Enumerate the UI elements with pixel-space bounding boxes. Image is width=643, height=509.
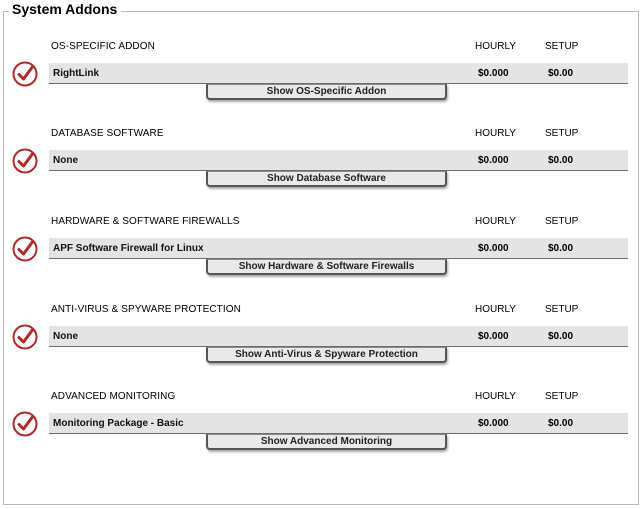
selected-addon-row: None $0.000 $0.00	[49, 150, 628, 171]
addon-section-database: DATABASE SOFTWARE HOURLY SETUP None $0.0…	[0, 128, 643, 208]
addon-section-firewalls: HARDWARE & SOFTWARE FIREWALLS HOURLY SET…	[0, 216, 643, 296]
hourly-column-header: HOURLY	[475, 41, 516, 52]
show-os-specific-addon-button[interactable]: Show OS-Specific Addon	[206, 84, 447, 100]
hourly-column-header: HOURLY	[475, 128, 516, 139]
panel-title: System Addons	[9, 1, 122, 18]
hourly-column-header: HOURLY	[475, 391, 516, 402]
show-advanced-monitoring-button[interactable]: Show Advanced Monitoring	[206, 434, 447, 450]
selected-addon-row: APF Software Firewall for Linux $0.000 $…	[49, 238, 628, 259]
addon-section-os-specific: OS-SPECIFIC ADDON HOURLY SETUP RightLink…	[0, 41, 643, 121]
section-title: OS-SPECIFIC ADDON	[51, 41, 155, 52]
check-circle-icon	[12, 236, 38, 262]
addon-name: None	[53, 331, 78, 342]
setup-price: $0.00	[548, 418, 574, 429]
addon-name: APF Software Firewall for Linux	[53, 243, 204, 254]
check-circle-icon	[12, 148, 38, 174]
setup-price: $0.00	[548, 68, 574, 79]
hourly-price: $0.000	[478, 68, 509, 79]
check-circle-icon	[12, 411, 38, 437]
section-title: HARDWARE & SOFTWARE FIREWALLS	[51, 216, 240, 227]
selected-addon-row: None $0.000 $0.00	[49, 326, 628, 347]
setup-price: $0.00	[548, 243, 574, 254]
addon-name: None	[53, 155, 78, 166]
show-database-software-button[interactable]: Show Database Software	[206, 171, 447, 187]
hourly-column-header: HOURLY	[475, 304, 516, 315]
hourly-price: $0.000	[478, 243, 509, 254]
selected-addon-row: Monitoring Package - Basic $0.000 $0.00	[49, 413, 628, 434]
setup-price: $0.00	[548, 331, 574, 342]
setup-column-header: SETUP	[545, 304, 579, 315]
hourly-price: $0.000	[478, 155, 509, 166]
check-circle-icon	[12, 61, 38, 87]
addon-name: Monitoring Package - Basic	[53, 418, 184, 429]
addon-section-monitoring: ADVANCED MONITORING HOURLY SETUP Monitor…	[0, 391, 643, 471]
hourly-column-header: HOURLY	[475, 216, 516, 227]
hourly-price: $0.000	[478, 331, 509, 342]
show-firewalls-button[interactable]: Show Hardware & Software Firewalls	[206, 259, 447, 275]
section-title: ADVANCED MONITORING	[51, 391, 176, 402]
setup-price: $0.00	[548, 155, 574, 166]
section-title: ANTI-VIRUS & SPYWARE PROTECTION	[51, 304, 241, 315]
addon-name: RightLink	[53, 68, 100, 79]
selected-addon-row: RightLink $0.000 $0.00	[49, 63, 628, 84]
setup-column-header: SETUP	[545, 128, 579, 139]
addon-section-antivirus: ANTI-VIRUS & SPYWARE PROTECTION HOURLY S…	[0, 304, 643, 384]
hourly-price: $0.000	[478, 418, 509, 429]
setup-column-header: SETUP	[545, 216, 579, 227]
section-title: DATABASE SOFTWARE	[51, 128, 164, 139]
check-circle-icon	[12, 324, 38, 350]
show-antivirus-button[interactable]: Show Anti-Virus & Spyware Protection	[206, 347, 447, 363]
setup-column-header: SETUP	[545, 41, 579, 52]
setup-column-header: SETUP	[545, 391, 579, 402]
